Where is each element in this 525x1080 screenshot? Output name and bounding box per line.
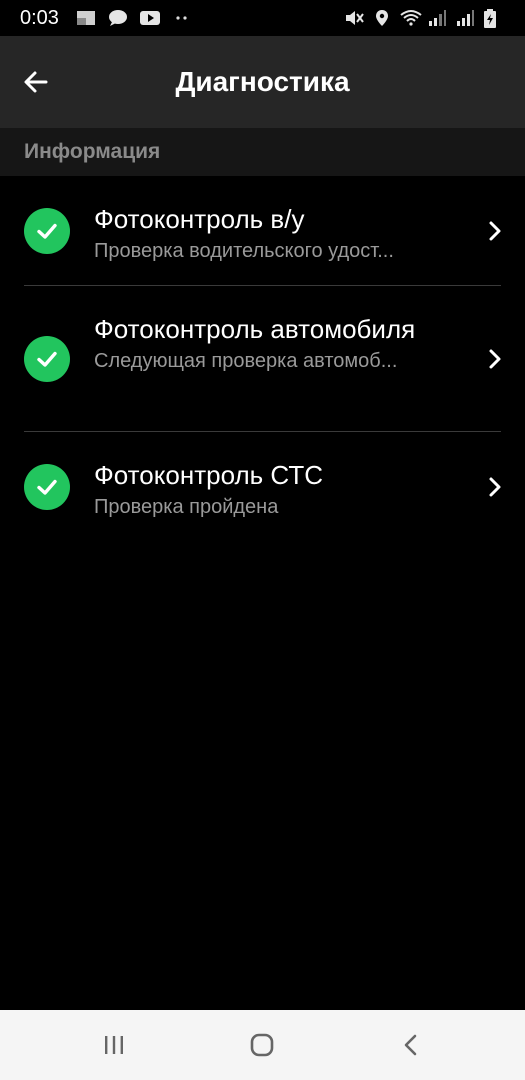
home-button[interactable] [232, 1020, 292, 1070]
mute-icon [343, 9, 365, 27]
diagnostics-list: Фотоконтроль в/у Проверка водительского … [0, 176, 525, 542]
arrow-left-icon [24, 71, 48, 93]
check-circle-icon [24, 336, 70, 382]
chevron-left-icon [404, 1034, 417, 1056]
item-title: Фотоконтроль СТС [94, 460, 323, 490]
battery-icon [483, 9, 505, 28]
recent-apps-icon [105, 1036, 124, 1054]
item-title: Фотоконтроль в/у [94, 204, 305, 234]
status-time: 0:03 [20, 6, 59, 29]
chevron-right-icon [489, 477, 501, 497]
list-item-driver-license[interactable]: Фотоконтроль в/у Проверка водительского … [0, 176, 525, 286]
chevron-right-icon [489, 349, 501, 369]
list-item-sts[interactable]: Фотоконтроль СТС Проверка пройдена [0, 432, 525, 542]
status-right [343, 9, 505, 28]
list-item-vehicle[interactable]: Фотоконтроль автомобиля Следующая провер… [0, 286, 525, 432]
section-title: Информация [24, 140, 161, 163]
status-left: 0:03 [20, 7, 193, 30]
app-bar: Диагностика [0, 36, 525, 128]
message-bubble-icon [107, 9, 129, 27]
system-back-button[interactable] [381, 1020, 441, 1070]
back-button[interactable] [12, 58, 60, 106]
item-texts: Фотоконтроль автомобиля Следующая провер… [94, 312, 445, 374]
system-nav-bar [0, 1010, 525, 1080]
page-title: Диагностика [175, 66, 350, 97]
item-subtitle: Проверка водительского удост... [94, 240, 394, 262]
section-header: Информация [0, 128, 525, 176]
recent-apps-button[interactable] [84, 1020, 144, 1070]
chevron-right-icon [489, 221, 501, 241]
youtube-icon [139, 9, 161, 27]
location-icon [371, 9, 393, 27]
signal-icon [427, 9, 449, 27]
item-texts: Фотоконтроль в/у Проверка водительского … [94, 202, 465, 264]
home-icon [251, 1033, 274, 1057]
signal-icon-2 [455, 9, 477, 27]
more-dots-icon [171, 9, 193, 27]
gallery-icon [75, 9, 97, 27]
item-texts: Фотоконтроль СТС Проверка пройдена [94, 458, 465, 520]
status-bar: 0:03 [0, 0, 525, 36]
item-subtitle: Следующая проверка автомоб... [94, 350, 398, 372]
wifi-icon [399, 9, 422, 27]
check-circle-icon [24, 464, 70, 510]
item-title: Фотоконтроль автомобиля [94, 314, 416, 344]
check-circle-icon [24, 208, 70, 254]
item-subtitle: Проверка пройдена [94, 496, 279, 518]
screen: 0:03 Диагностика Информация Фотоконтроль… [0, 0, 525, 1080]
